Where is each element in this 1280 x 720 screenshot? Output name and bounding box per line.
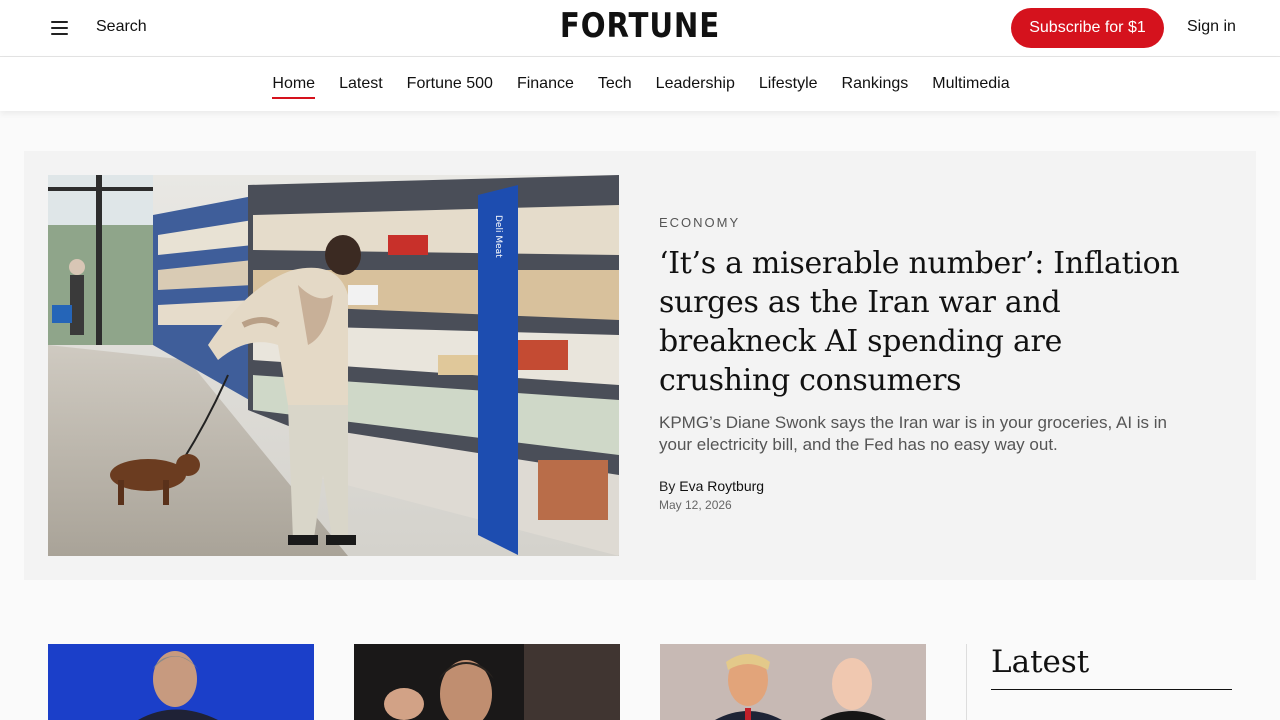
section-kicker[interactable]: ECONOMY	[659, 215, 1199, 230]
byline: By Eva Roytburg	[659, 478, 1199, 494]
hero-dek: KPMG’s Diane Swonk says the Iran war is …	[659, 413, 1167, 454]
nav-item-multimedia[interactable]: Multimedia	[932, 71, 1009, 97]
top-bar: Search FORTUNE Subscribe for $1 Sign in	[0, 0, 1280, 57]
hero-story: Deli Meat ECONOMY ‘It’s a miserable numb…	[24, 151, 1256, 580]
nav-item-latest[interactable]: Latest	[339, 71, 383, 97]
story-card-3-image[interactable]	[660, 644, 926, 720]
latest-underline	[991, 689, 1232, 690]
deli-meat-sign: Deli Meat	[493, 215, 503, 258]
nav-item-lifestyle[interactable]: Lifestyle	[759, 71, 818, 97]
latest-heading: Latest	[991, 644, 1090, 680]
two-men-photo	[660, 644, 926, 720]
search-link[interactable]: Search	[96, 18, 147, 36]
grocery-aisle-photo: Deli Meat	[48, 175, 619, 556]
nav-item-leadership[interactable]: Leadership	[656, 71, 735, 97]
hero-headline[interactable]: ‘It’s a miserable number’: Inflation sur…	[659, 244, 1199, 400]
nav-item-finance[interactable]: Finance	[517, 71, 574, 97]
nav-item-fortune-500[interactable]: Fortune 500	[407, 71, 493, 97]
hero-image[interactable]: Deli Meat	[48, 175, 619, 556]
nav-item-rankings[interactable]: Rankings	[842, 71, 909, 97]
story-card-1-image[interactable]	[48, 644, 314, 720]
hamburger-menu-icon[interactable]	[50, 18, 70, 38]
speaker-photo	[48, 644, 314, 720]
sign-in-link[interactable]: Sign in	[1187, 18, 1236, 36]
latest-divider	[966, 644, 967, 720]
byline-prefix: By	[659, 478, 676, 494]
author-link[interactable]: Eva Roytburg	[679, 478, 764, 494]
portrait-photo	[354, 644, 620, 720]
nav-item-home[interactable]: Home	[272, 71, 315, 99]
publish-date: May 12, 2026	[659, 498, 732, 512]
story-card-2-image[interactable]	[354, 644, 620, 720]
nav-item-tech[interactable]: Tech	[598, 71, 632, 97]
main-nav: Home Latest Fortune 500 Finance Tech Lea…	[0, 57, 1280, 111]
hero-text: ECONOMY ‘It’s a miserable number’: Infla…	[659, 215, 1199, 512]
subscribe-button[interactable]: Subscribe for $1	[1011, 8, 1164, 48]
